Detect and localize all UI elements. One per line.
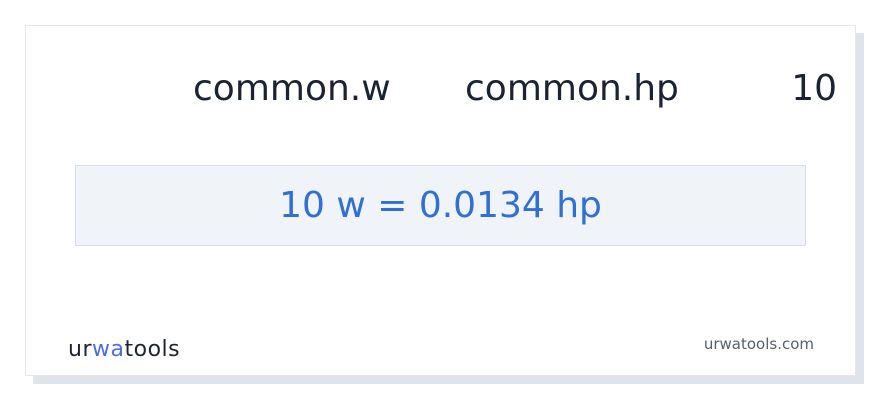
logo-part-tools: tools	[124, 337, 181, 362]
units-row: common.w common.hp 10	[0, 65, 880, 113]
to-unit-label: common.hp	[465, 68, 679, 109]
result-text: 10 w = 0.0134 hp	[279, 185, 602, 226]
stage: common.w common.hp 10 10 w = 0.0134 hp u…	[0, 0, 880, 400]
logo-part-ur: ur	[68, 337, 92, 362]
from-unit-label: common.w	[193, 68, 391, 109]
site-url-link[interactable]: urwatools.com	[704, 334, 814, 354]
result-box: 10 w = 0.0134 hp	[75, 165, 806, 246]
urwatools-logo[interactable]: urwatools	[68, 336, 180, 364]
amount-value: 10	[791, 68, 837, 109]
logo-part-wa: wa	[92, 337, 125, 362]
